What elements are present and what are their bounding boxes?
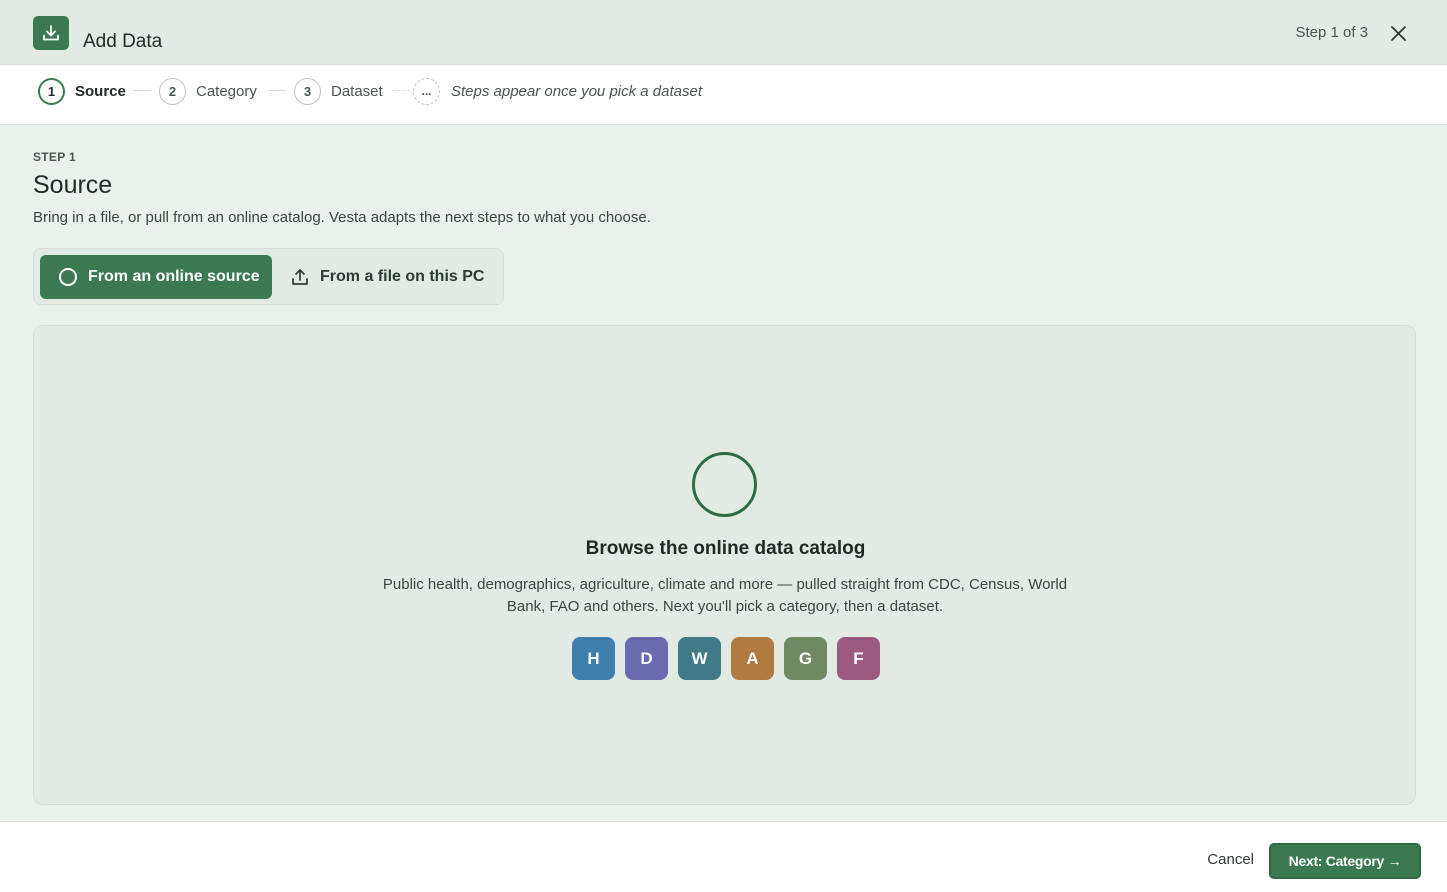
file-source-label: From a file on this PC <box>320 268 485 285</box>
close-button[interactable] <box>1389 24 1407 42</box>
cancel-button[interactable]: Cancel <box>1207 851 1254 868</box>
step-number: 3 <box>294 77 321 105</box>
source-tile[interactable]: F <box>837 637 880 680</box>
radio-icon <box>59 268 77 286</box>
source-tile[interactable]: W <box>678 637 721 680</box>
section-title: Source <box>33 171 113 199</box>
step-label: Dataset <box>331 82 383 100</box>
dialog-title: Add Data <box>83 31 163 52</box>
wizard-stepper: 1 Source 2 Category 3 Dataset ... Steps … <box>0 65 1447 125</box>
step-number: 2 <box>159 77 186 105</box>
step-dataset[interactable]: 3 Dataset <box>294 77 383 105</box>
section-description: Bring in a file, or pull from an online … <box>33 209 651 226</box>
pending-step-label: Steps appear once you pick a dataset <box>451 82 703 100</box>
online-source-option[interactable]: From an online source <box>40 255 272 299</box>
step-number: 1 <box>38 77 65 105</box>
next-button[interactable]: Next: Category → <box>1269 843 1421 879</box>
upload-icon <box>290 267 310 287</box>
catalog-description: Public health, demographics, agriculture… <box>382 576 1068 615</box>
file-source-option[interactable]: From a file on this PC <box>290 255 495 299</box>
source-tile[interactable]: G <box>784 637 827 680</box>
step-connector-dashed <box>392 90 410 91</box>
source-tile[interactable]: H <box>572 637 615 680</box>
step-connector <box>133 90 151 91</box>
download-icon <box>33 16 69 50</box>
step-pending: ... Steps appear once you pick a dataset <box>413 77 702 105</box>
source-tiles: HDWAGF <box>572 637 880 680</box>
pending-step-marker: ... <box>413 77 440 105</box>
catalog-icon <box>692 452 757 517</box>
dialog-footer: Cancel Next: Category → <box>0 821 1447 892</box>
step-label: Category <box>196 82 257 100</box>
step-label: Source <box>75 82 126 100</box>
source-tile[interactable]: A <box>731 637 774 680</box>
catalog-panel: Browse the online data catalog Public he… <box>33 325 1416 805</box>
close-icon <box>1390 25 1406 41</box>
step-indicator: Step 1 of 3 <box>1295 24 1368 41</box>
step-kicker: STEP 1 <box>33 150 76 164</box>
step-category[interactable]: 2 Category <box>159 77 257 105</box>
step-connector <box>268 90 286 91</box>
source-type-toggle: From an online source From a file on thi… <box>33 248 504 305</box>
online-source-label: From an online source <box>88 268 260 285</box>
source-tile[interactable]: D <box>625 637 668 680</box>
dialog-header: Add Data Step 1 of 3 <box>0 0 1447 65</box>
step-source[interactable]: 1 Source <box>38 77 126 105</box>
catalog-title: Browse the online data catalog <box>585 538 866 559</box>
